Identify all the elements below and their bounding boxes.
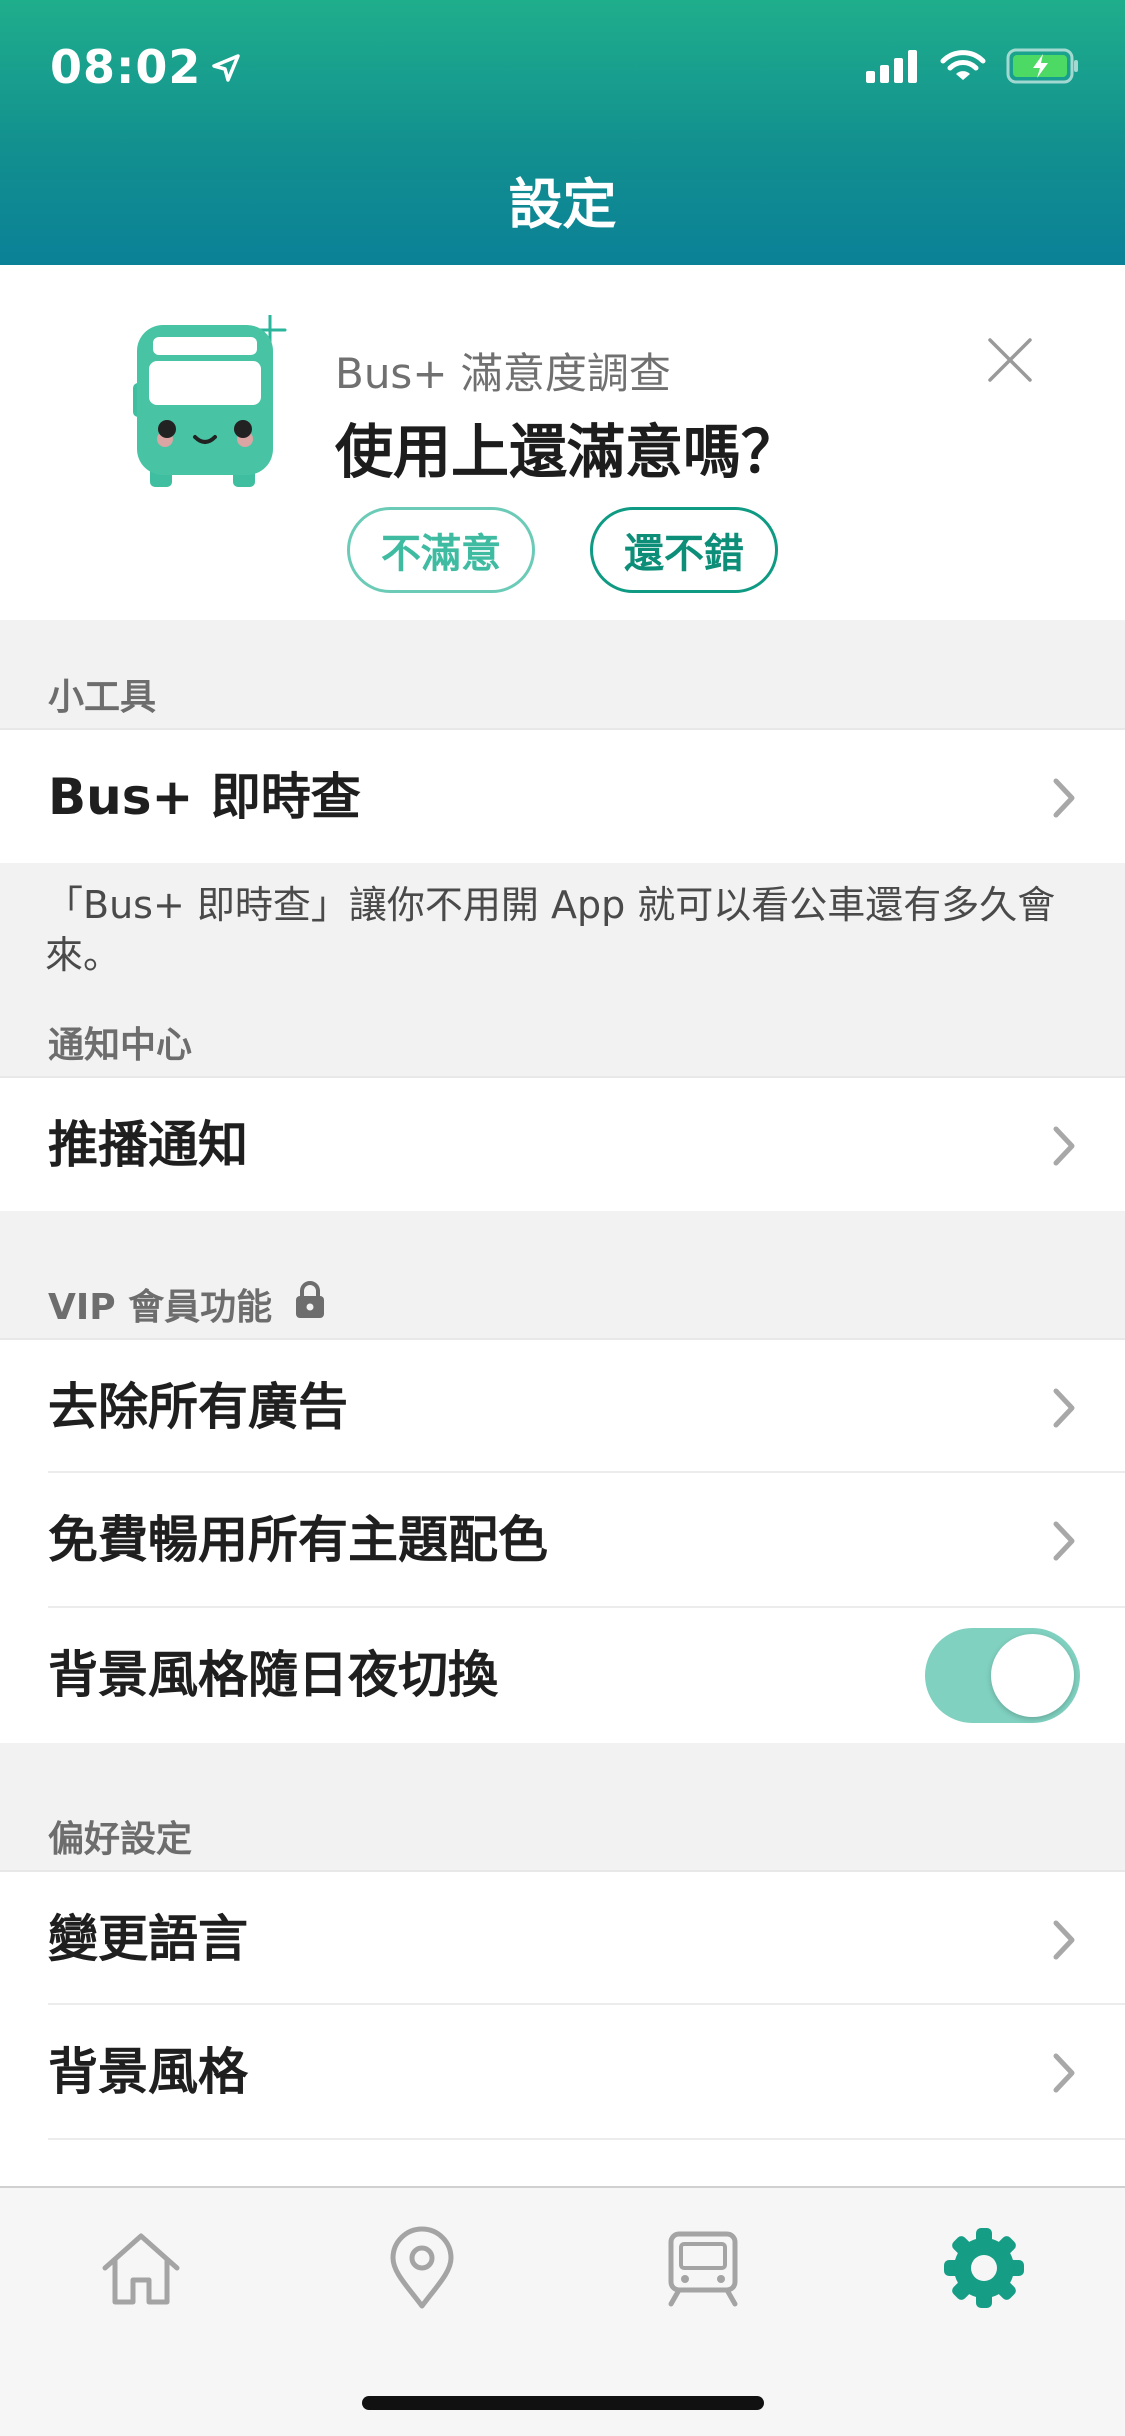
section-header-tools: 小工具 [48, 668, 156, 720]
settings-item-change-language[interactable]: 變更語言 [0, 1870, 1125, 2005]
status-time-text: 08:02 [50, 40, 202, 94]
bus-mascot-icon [125, 313, 295, 494]
section-header-label: 通知中心 [48, 1025, 193, 1066]
settings-item-remove-ads[interactable]: 去除所有廣告 [0, 1338, 1125, 1473]
settings-item-label: 推播通知 [48, 1116, 248, 1174]
tab-settings[interactable] [929, 2220, 1039, 2320]
battery-charging-icon [1006, 48, 1080, 88]
tab-transit[interactable] [648, 2220, 758, 2320]
unsatisfied-button[interactable]: 不滿意 [347, 507, 535, 593]
close-icon[interactable] [985, 335, 1035, 389]
widget-description: 「Bus+ 即時查」讓你不用開 App 就可以看公車還有多久會來。 [45, 883, 1056, 977]
section-header-notifications: 通知中心 [48, 1016, 192, 1068]
train-icon [663, 2228, 743, 2312]
home-indicator [362, 2396, 764, 2410]
tab-home[interactable] [86, 2220, 196, 2320]
cellular-signal-icon [866, 49, 920, 87]
survey-subtitle: Bus+ 滿意度調查 [335, 349, 671, 398]
satisfied-button[interactable]: 還不錯 [590, 507, 778, 593]
survey-question: 使用上還滿意嗎？ [335, 418, 800, 486]
status-bar-indicators [866, 48, 1080, 88]
lock-icon [294, 1280, 326, 1329]
chevron-right-icon [1051, 1124, 1077, 1172]
section-header-label: VIP 會員功能 [48, 1287, 273, 1328]
app-header: 08:02 設定 [0, 0, 1125, 265]
settings-item-bus-widget[interactable]: Bus+ 即時查 [0, 728, 1125, 863]
location-pin-icon [387, 2226, 457, 2314]
settings-item-label: 背景風格 [48, 2043, 248, 2101]
chevron-right-icon [1051, 2051, 1077, 2099]
settings-item-label: 變更語言 [48, 1910, 248, 1968]
settings-item-label: Bus+ 即時查 [48, 768, 361, 826]
home-icon [99, 2230, 183, 2310]
section-header-label: 偏好設定 [48, 1819, 193, 1860]
settings-item-label: 去除所有廣告 [48, 1378, 348, 1436]
page-title: 設定 [508, 173, 617, 236]
section-header-label: 小工具 [48, 677, 157, 718]
section-header-preferences: 偏好設定 [48, 1810, 192, 1862]
settings-item-label: 背景風格隨日夜切換 [48, 1646, 498, 1704]
settings-item-day-night-background: 背景風格隨日夜切換 [0, 1608, 1125, 1743]
chevron-right-icon [1051, 1386, 1077, 1434]
day-night-toggle[interactable] [925, 1628, 1080, 1723]
status-bar-time: 08:02 [50, 40, 241, 94]
toggle-knob [991, 1634, 1074, 1717]
settings-item-background-style[interactable]: 背景風格 [0, 2005, 1125, 2140]
settings-item-partial [0, 2140, 1125, 2186]
chevron-right-icon [1051, 1918, 1077, 1966]
satisfaction-survey-card: Bus+ 滿意度調查 使用上還滿意嗎？ 不滿意 還不錯 [0, 265, 1125, 620]
settings-item-label: 免費暢用所有主題配色 [48, 1511, 548, 1569]
chevron-right-icon [1051, 1519, 1077, 1567]
wifi-icon [940, 49, 986, 87]
chevron-right-icon [1051, 776, 1077, 824]
section-header-vip: VIP 會員功能 [48, 1278, 326, 1330]
gear-icon [942, 2226, 1026, 2314]
settings-item-free-themes[interactable]: 免費暢用所有主題配色 [0, 1473, 1125, 1608]
settings-item-push-notifications[interactable]: 推播通知 [0, 1076, 1125, 1211]
location-arrow-icon [211, 40, 241, 94]
tab-nearby[interactable] [367, 2220, 477, 2320]
